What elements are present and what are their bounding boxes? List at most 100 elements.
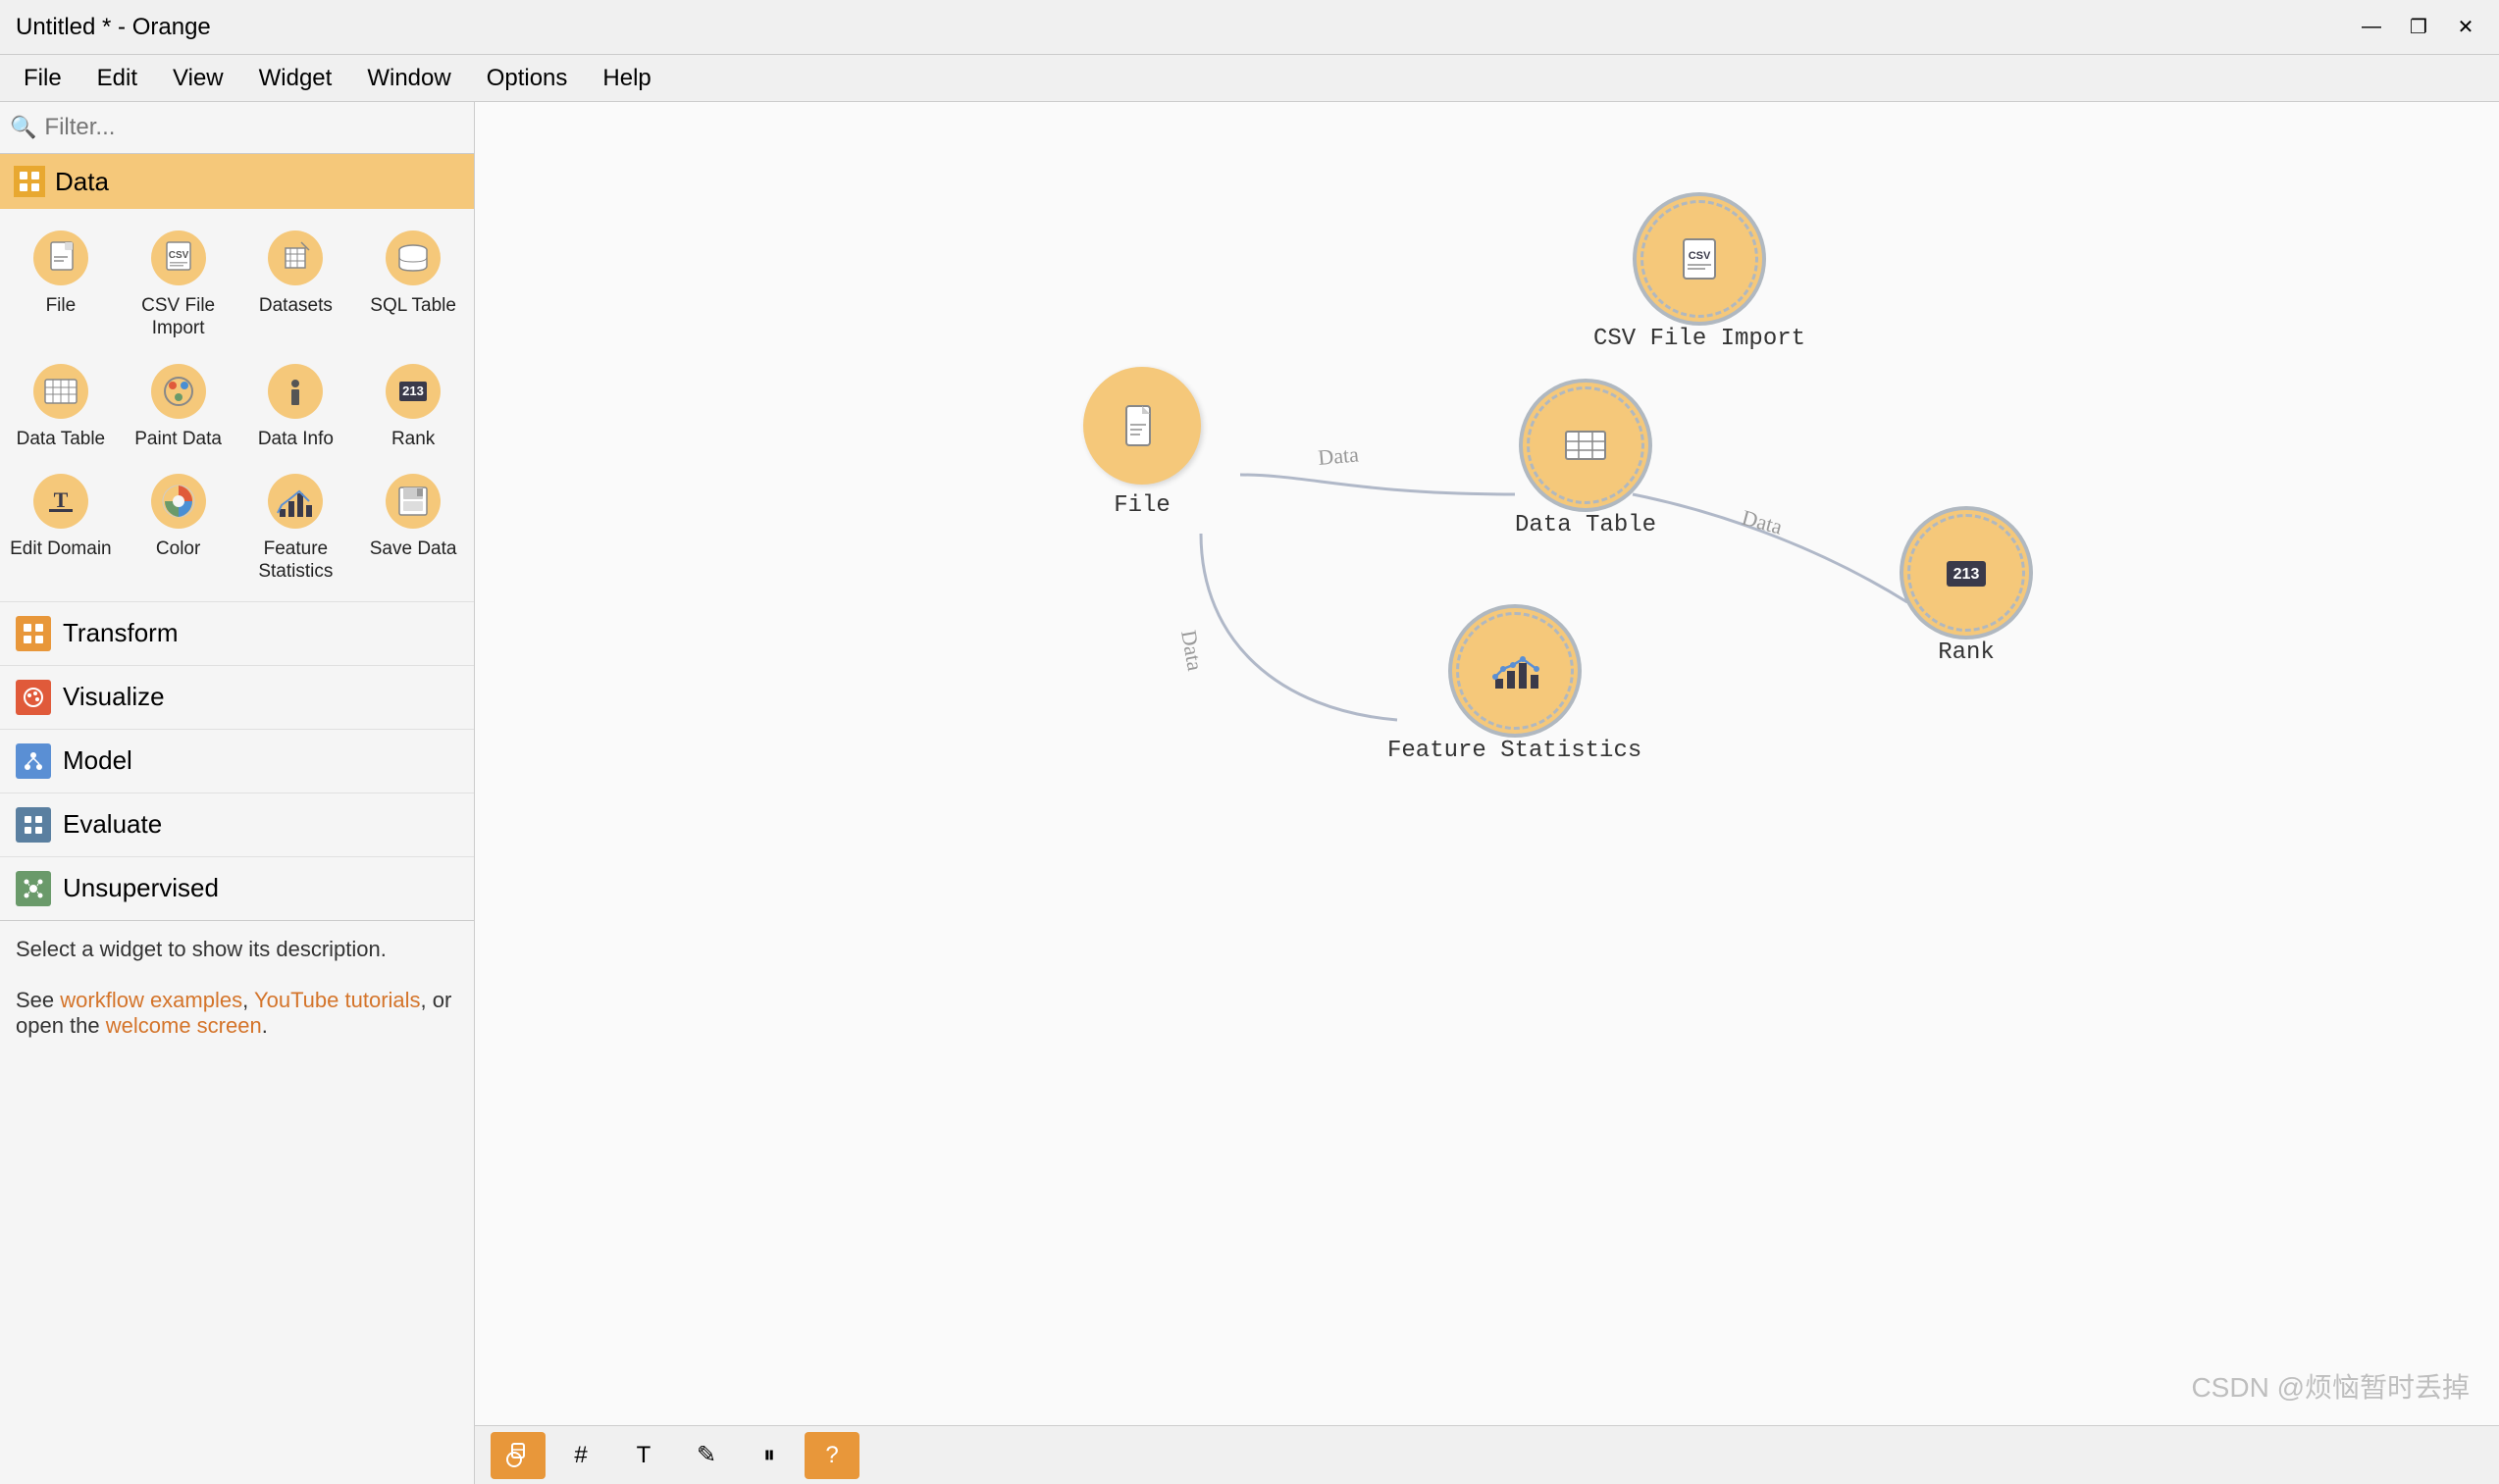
transform-icon xyxy=(16,616,51,651)
watermark: CSDN @烦恼暂时丢掉 xyxy=(2191,1366,2470,1406)
description-line2: See workflow examples, YouTube tutorials… xyxy=(16,988,458,1013)
widget-datasets[interactable]: Datasets xyxy=(239,219,353,348)
category-data-label: Data xyxy=(55,167,109,197)
maximize-button[interactable]: ❐ xyxy=(2401,10,2436,45)
node-file-circle xyxy=(1083,367,1201,485)
link-youtube[interactable]: YouTube tutorials xyxy=(254,988,421,1012)
widget-file-label: File xyxy=(46,295,77,318)
titlebar: Untitled * - Orange — ❐ ✕ xyxy=(0,0,2499,55)
node-rank-label: Rank xyxy=(1938,640,1995,666)
nav-item-transform[interactable]: Transform xyxy=(0,601,474,665)
evaluate-icon xyxy=(16,807,51,843)
widget-rank-label: Rank xyxy=(391,429,435,451)
description-line3: open the welcome screen. xyxy=(16,1013,458,1039)
widget-grid-data: File CSV CSV File Import xyxy=(0,209,474,601)
svg-text:213: 213 xyxy=(402,384,424,398)
node-file[interactable]: File xyxy=(1083,367,1201,519)
menubar: File Edit View Widget Window Options Hel… xyxy=(0,55,2499,102)
minimize-button[interactable]: — xyxy=(2354,10,2389,45)
window-title: Untitled * - Orange xyxy=(16,14,211,41)
node-feature-statistics[interactable]: Feature Statistics xyxy=(1387,612,1641,764)
widget-datasets-label: Datasets xyxy=(259,295,333,318)
bottom-toolbar: # T ✎ ⏸ ? xyxy=(475,1425,2499,1484)
widget-feature-statistics[interactable]: Feature Statistics xyxy=(239,462,353,591)
menu-options[interactable]: Options xyxy=(471,59,584,98)
widget-data-table[interactable]: Data Table xyxy=(4,352,118,459)
nav-item-unsupervised[interactable]: Unsupervised xyxy=(0,856,474,920)
widget-csv-file-import[interactable]: CSV CSV File Import xyxy=(122,219,235,348)
node-data-table-label: Data Table xyxy=(1515,512,1656,538)
widget-paint-data-label: Paint Data xyxy=(134,429,222,451)
desc-suf3: . xyxy=(262,1013,268,1038)
close-button[interactable]: ✕ xyxy=(2448,10,2483,45)
desc-suf2: , or xyxy=(421,988,452,1012)
unsupervised-icon xyxy=(16,871,51,906)
sidebar: 🔍 Data xyxy=(0,102,475,1484)
visualize-icon xyxy=(16,680,51,715)
widget-sql-table[interactable]: SQL Table xyxy=(356,219,470,348)
main-layout: 🔍 Data xyxy=(0,102,2499,1484)
menu-view[interactable]: View xyxy=(157,59,239,98)
connections-svg: Data Data Data xyxy=(475,102,2499,1484)
model-icon xyxy=(16,743,51,779)
svg-text:213: 213 xyxy=(1953,566,1980,583)
workflow-canvas[interactable]: Data Data Data CSV xyxy=(475,102,2499,1484)
menu-file[interactable]: File xyxy=(8,59,78,98)
toolbar-help-button[interactable]: ? xyxy=(805,1432,859,1479)
desc-pre2: See xyxy=(16,988,60,1012)
widget-file[interactable]: File xyxy=(4,219,118,348)
widget-rank[interactable]: 213 Rank xyxy=(356,352,470,459)
desc-pre3: open the xyxy=(16,1013,106,1038)
node-rank-circle: 213 xyxy=(1907,514,2025,632)
node-feature-stats-circle xyxy=(1456,612,1574,730)
node-file-label: File xyxy=(1114,492,1171,519)
widget-feature-statistics-label: Feature Statistics xyxy=(243,538,349,584)
toolbar-hash-button[interactable]: # xyxy=(553,1432,608,1479)
menu-widget[interactable]: Widget xyxy=(243,59,348,98)
widget-save-data[interactable]: Save Data xyxy=(356,462,470,591)
link-welcome[interactable]: welcome screen xyxy=(106,1013,262,1038)
node-feature-stats-label: Feature Statistics xyxy=(1387,738,1641,764)
filter-area: 🔍 xyxy=(0,102,474,154)
toolbar-pause-button[interactable]: ⏸ xyxy=(742,1432,797,1479)
svg-text:CSV: CSV xyxy=(1689,250,1711,262)
description-area: Select a widget to show its description.… xyxy=(0,920,474,1484)
node-csv-label: CSV File Import xyxy=(1593,326,1805,352)
desc-mid2: , xyxy=(242,988,254,1012)
widget-save-data-label: Save Data xyxy=(370,538,457,561)
search-icon: 🔍 xyxy=(10,115,36,140)
widget-csv-label: CSV File Import xyxy=(126,295,232,340)
toolbar-text-button[interactable]: T xyxy=(616,1432,671,1479)
link-workflow-examples[interactable]: workflow examples xyxy=(60,988,242,1012)
svg-text:Data: Data xyxy=(1740,505,1786,539)
filter-input[interactable] xyxy=(44,114,464,141)
category-data-header[interactable]: Data xyxy=(0,154,474,209)
widget-edit-domain[interactable]: T Edit Domain xyxy=(4,462,118,591)
widget-color[interactable]: Color xyxy=(122,462,235,591)
nav-unsupervised-label: Unsupervised xyxy=(63,873,219,903)
category-data-icon xyxy=(14,166,45,197)
nav-item-evaluate[interactable]: Evaluate xyxy=(0,793,474,856)
window-controls: — ❐ ✕ xyxy=(2354,10,2483,45)
node-data-table[interactable]: Data Table xyxy=(1515,386,1656,538)
nav-item-model[interactable]: Model xyxy=(0,729,474,793)
nav-item-visualize[interactable]: Visualize xyxy=(0,665,474,729)
menu-window[interactable]: Window xyxy=(351,59,466,98)
node-rank[interactable]: 213 Rank xyxy=(1907,514,2025,666)
description-line1: Select a widget to show its description. xyxy=(16,937,458,962)
nav-visualize-label: Visualize xyxy=(63,682,165,712)
toolbar-edit-button[interactable]: ✎ xyxy=(679,1432,734,1479)
node-csv-file-import[interactable]: CSV CSV File Import xyxy=(1593,200,1805,352)
widget-paint-data[interactable]: Paint Data xyxy=(122,352,235,459)
menu-edit[interactable]: Edit xyxy=(81,59,153,98)
widget-data-info[interactable]: Data Info xyxy=(239,352,353,459)
nav-transform-label: Transform xyxy=(63,618,179,648)
widget-data-table-label: Data Table xyxy=(17,429,106,451)
toolbar-add-button[interactable] xyxy=(491,1432,546,1479)
menu-help[interactable]: Help xyxy=(587,59,666,98)
widget-sql-table-label: SQL Table xyxy=(370,295,456,318)
nav-items: Transform Visualize xyxy=(0,601,474,920)
nav-evaluate-label: Evaluate xyxy=(63,809,162,840)
svg-text:Data: Data xyxy=(1176,629,1208,673)
widget-data-info-label: Data Info xyxy=(258,429,334,451)
